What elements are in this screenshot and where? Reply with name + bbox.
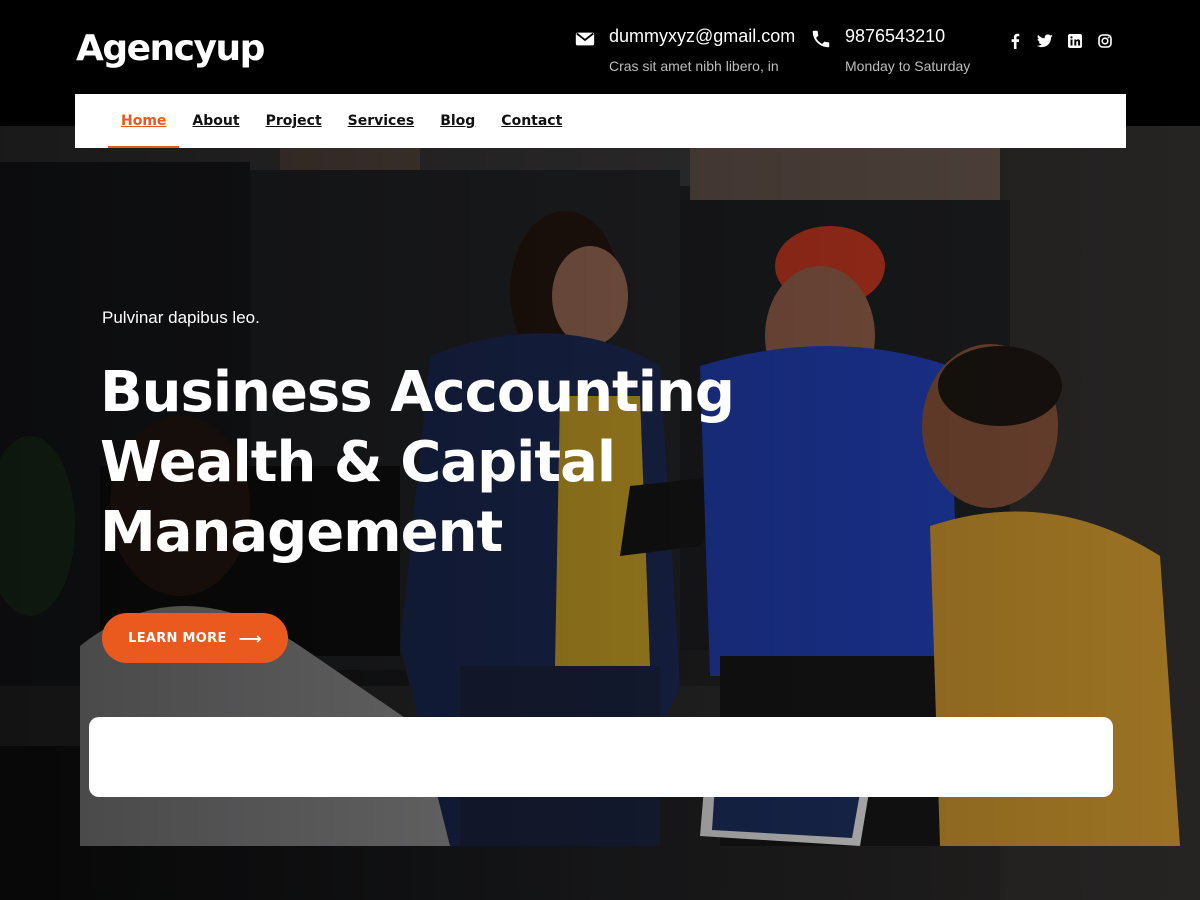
hero-headline: Business Accounting Wealth & Capital Man…: [100, 358, 740, 568]
nav-item-services[interactable]: Services: [335, 94, 428, 148]
headline-line-3: Management: [100, 500, 503, 565]
envelope-icon: [575, 32, 595, 46]
site-logo[interactable]: Agencyup: [76, 28, 265, 69]
nav-menu: Home About Project Services Blog Contact: [108, 94, 575, 148]
main-navigation: Home About Project Services Blog Contact: [75, 94, 1126, 148]
learn-more-button[interactable]: LEARN MORE ⟶: [102, 613, 288, 663]
nav-item-about[interactable]: About: [179, 94, 252, 148]
headline-line-2: Wealth & Capital: [100, 430, 616, 495]
nav-item-contact[interactable]: Contact: [488, 94, 575, 148]
learn-more-label: LEARN MORE: [128, 630, 227, 646]
twitter-icon[interactable]: [1037, 33, 1053, 49]
linkedin-icon[interactable]: [1067, 33, 1083, 49]
instagram-icon[interactable]: [1097, 33, 1113, 49]
phone-icon: [812, 30, 830, 48]
arrow-right-icon: ⟶: [238, 628, 262, 648]
social-links: [1007, 33, 1113, 49]
headline-line-1: Business Accounting: [100, 360, 735, 425]
phone-subtext: Monday to Saturday: [845, 58, 971, 74]
nav-item-home[interactable]: Home: [108, 94, 180, 148]
email-subtext: Cras sit amet nibh libero, in: [609, 58, 779, 74]
feature-card: [89, 717, 1113, 797]
phone-number[interactable]: 9876543210: [845, 26, 945, 47]
facebook-icon[interactable]: [1007, 33, 1023, 49]
email-address[interactable]: dummyxyz@gmail.com: [609, 26, 795, 47]
nav-item-project[interactable]: Project: [253, 94, 335, 148]
hero-eyebrow: Pulvinar dapibus leo.: [102, 308, 260, 327]
nav-item-blog[interactable]: Blog: [427, 94, 488, 148]
